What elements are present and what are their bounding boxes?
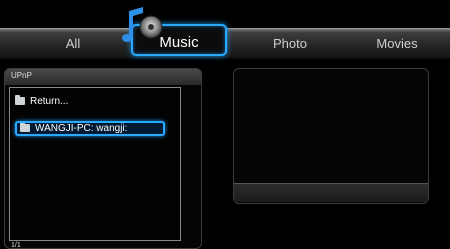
tab-photo[interactable]: Photo: [245, 36, 335, 51]
list-item-selected[interactable]: WANGJI-PC: wangji:: [15, 121, 165, 136]
tab-all[interactable]: All: [28, 36, 118, 51]
folder-icon: [15, 95, 25, 105]
preview-info-bar: [234, 183, 428, 202]
file-list: Return... WANGJI-PC: wangji:: [9, 87, 181, 241]
list-item-return[interactable]: Return...: [15, 95, 69, 107]
panel-title-bar: UPnP: [5, 69, 201, 85]
list-item-label: Return...: [30, 96, 69, 107]
panel-title: UPnP: [11, 71, 32, 80]
folder-icon: [20, 123, 30, 132]
list-item-label: WANGJI-PC: wangji:: [35, 123, 128, 134]
preview-panel: [233, 68, 429, 204]
file-browser-panel: UPnP Return... WANGJI-PC: wangji: 1/1: [4, 68, 202, 249]
tab-movies[interactable]: Movies: [352, 36, 442, 51]
music-note-icon: [122, 7, 163, 42]
page-indicator: 1/1: [11, 242, 21, 249]
